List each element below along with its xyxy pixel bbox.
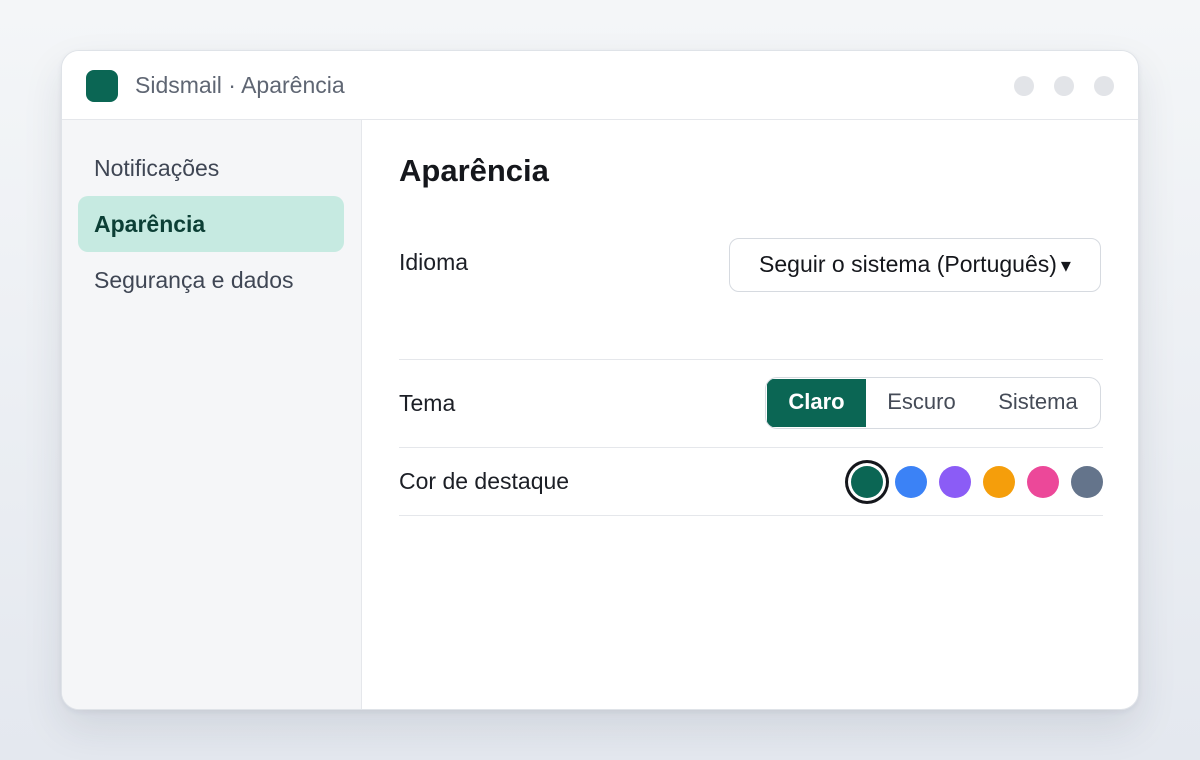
accent-color-label: Cor de destaque — [399, 468, 570, 494]
language-label: Idioma — [399, 249, 469, 275]
language-select[interactable]: Seguir o sistema (Português) ▾ — [729, 238, 1101, 292]
settings-sidebar: Notificações Aparência Segurança e dados — [62, 120, 362, 709]
maximize-dot[interactable] — [1054, 76, 1074, 96]
language-select-value: Seguir o sistema (Português) — [759, 251, 1057, 277]
divider — [399, 515, 1103, 516]
theme-option-escuro[interactable]: Escuro — [866, 379, 977, 427]
accent-swatch-pink[interactable] — [1027, 466, 1059, 498]
theme-option-sistema[interactable]: Sistema — [977, 379, 1099, 427]
settings-content: Aparência Idioma Seguir o sistema (Portu… — [362, 120, 1138, 709]
minimize-dot[interactable] — [1014, 76, 1034, 96]
page-title: Aparência — [399, 153, 549, 188]
divider — [399, 447, 1103, 448]
sidebar-item-label: Aparência — [94, 211, 206, 237]
sidebar-item-notificacoes[interactable]: Notificações — [78, 140, 344, 196]
sidebar-item-label: Segurança e dados — [94, 267, 294, 293]
sidebar-item-label: Notificações — [94, 155, 220, 181]
title-bar: Sidsmail · Aparência — [62, 51, 1138, 120]
accent-swatch-purple[interactable] — [939, 466, 971, 498]
accent-swatch-slate[interactable] — [1071, 466, 1103, 498]
divider — [399, 359, 1103, 360]
app-logo-icon — [86, 70, 118, 102]
close-dot[interactable] — [1094, 76, 1114, 96]
window-title: Sidsmail · Aparência — [135, 72, 345, 98]
sidebar-item-aparencia[interactable]: Aparência — [78, 196, 344, 252]
sidebar-item-seguranca[interactable]: Segurança e dados — [78, 252, 344, 308]
theme-label: Tema — [399, 390, 456, 416]
accent-swatch-blue[interactable] — [895, 466, 927, 498]
app-window: Sidsmail · Aparência Notificações Aparên… — [61, 50, 1139, 710]
theme-segmented-control: Claro Escuro Sistema — [765, 377, 1101, 429]
theme-option-claro[interactable]: Claro — [767, 379, 866, 427]
chevron-down-icon: ▾ — [1060, 255, 1071, 277]
accent-swatch-green[interactable] — [851, 466, 883, 498]
accent-swatch-orange[interactable] — [983, 466, 1015, 498]
